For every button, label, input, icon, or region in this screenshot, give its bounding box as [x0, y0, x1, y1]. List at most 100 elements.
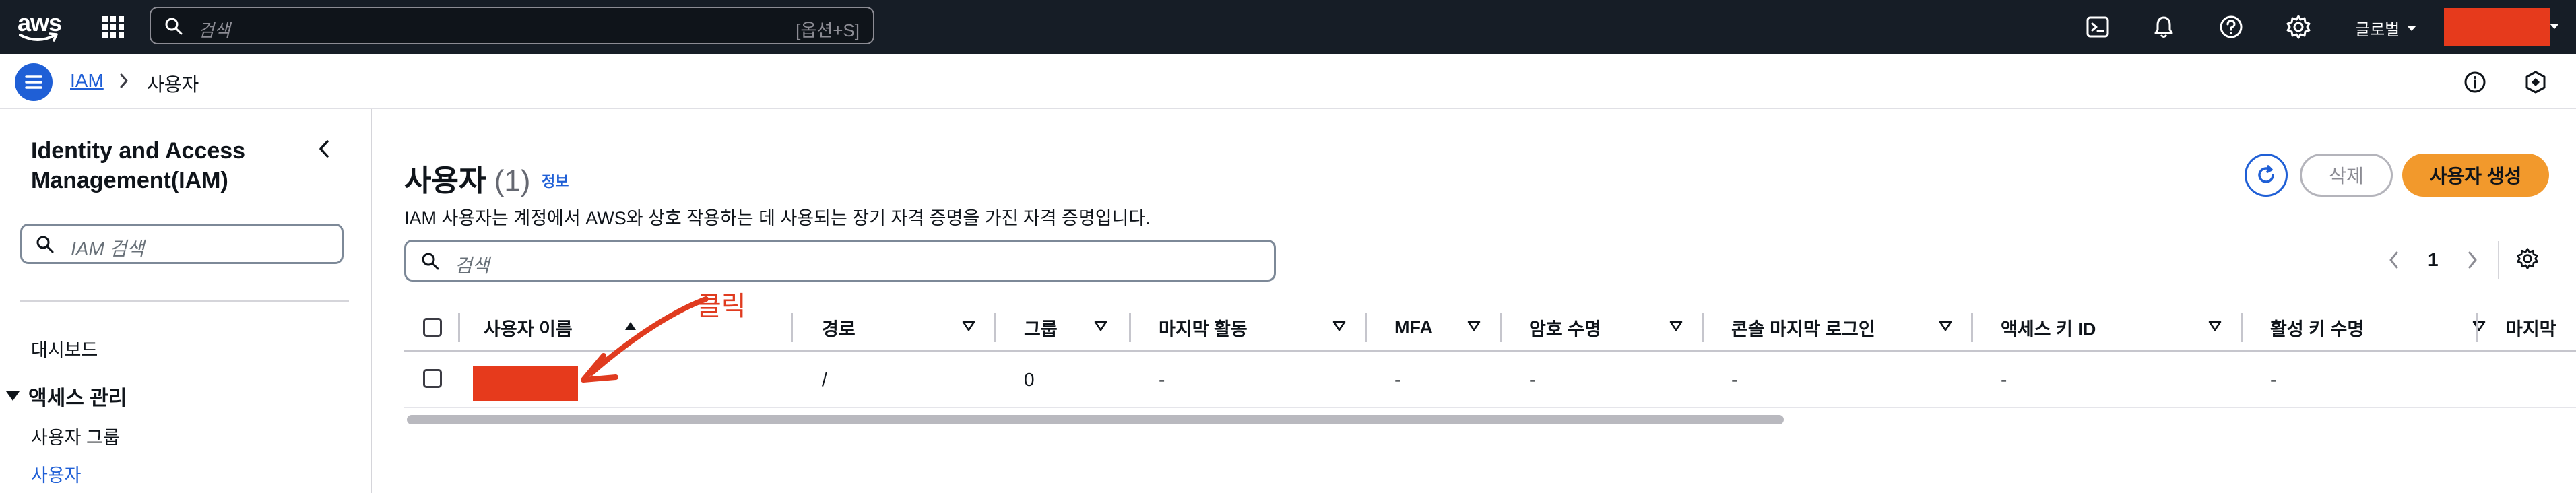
user-count: (1) [494, 164, 531, 197]
row-checkbox[interactable] [423, 369, 442, 388]
cell-password-age: - [1529, 369, 1536, 390]
column-header-label: 사용자 이름 [484, 319, 573, 339]
column-header-user-name[interactable]: 사용자 이름 [484, 303, 639, 352]
column-separator [1129, 313, 1131, 342]
table-preferences-gear-icon[interactable] [2515, 246, 2540, 271]
column-header-access-key-id[interactable]: 액세스 키 ID [2001, 303, 2257, 352]
navigation-menu-button[interactable] [15, 63, 53, 101]
column-header-label: 그룹 [1024, 319, 1058, 339]
caret-down-icon [2407, 25, 2417, 31]
apps-grid-icon[interactable] [101, 15, 125, 39]
help-icon[interactable] [2218, 13, 2245, 40]
info-link[interactable]: 정보 [542, 170, 569, 191]
side-navigation: Identity and Access Management(IAM) IAM … [0, 109, 372, 493]
sidebar-item-user-groups[interactable]: 사용자 그룹 [31, 423, 120, 449]
current-page-number[interactable]: 1 [2428, 249, 2439, 271]
column-header-mfa[interactable]: MFA [1394, 303, 1516, 352]
cell-groups: 0 [1024, 369, 1035, 390]
pager-divider [2498, 241, 2499, 279]
sidebar-divider [20, 300, 349, 302]
refresh-icon [2258, 165, 2274, 183]
horizontal-scrollbar-thumb[interactable] [407, 415, 1784, 424]
iam-search-input[interactable]: IAM 검색 [20, 224, 344, 264]
user-filter-input[interactable]: 검색 [404, 240, 1276, 282]
breadcrumb-iam-link[interactable]: IAM [70, 70, 104, 92]
cell-mfa: - [1394, 369, 1401, 390]
column-header-last-used[interactable]: 마지막 [2506, 303, 2576, 352]
sort-icon [2472, 321, 2486, 331]
cloudshell-icon[interactable] [2084, 13, 2111, 40]
caret-down-icon [6, 391, 20, 401]
column-header-console-last-sign-in[interactable]: 콘솔 마지막 로그인 [1731, 303, 1987, 352]
breadcrumb-current: 사용자 [147, 74, 199, 95]
cell-last-activity: - [1159, 369, 1165, 390]
create-user-button[interactable]: 사용자 생성 [2402, 154, 2549, 197]
filter-placeholder: 검색 [455, 255, 490, 276]
next-page-icon[interactable] [2466, 251, 2479, 269]
sort-icon [1332, 321, 1346, 331]
table-row[interactable]: / 0 - - - - - - [404, 352, 2576, 408]
region-label: 글로벌 [2355, 21, 2400, 39]
delete-button[interactable]: 삭제 [2300, 154, 2393, 197]
user-name-link-redacted[interactable] [473, 366, 578, 401]
tutorial-panel-icon[interactable] [2522, 69, 2549, 96]
iam-search-placeholder: IAM 검색 [71, 238, 145, 259]
column-header-label: 마지막 [2506, 319, 2556, 339]
column-header-label: 액세스 키 ID [2001, 319, 2096, 339]
cell-path: / [822, 369, 827, 390]
column-header-label: 활성 키 수명 [2270, 319, 2364, 339]
account-menu-redacted[interactable] [2444, 8, 2550, 46]
sort-icon [2208, 321, 2222, 331]
collapse-sidebar-icon[interactable] [317, 139, 331, 159]
column-header-groups[interactable]: 그룹 [1024, 303, 1145, 352]
column-header-path[interactable]: 경로 [822, 303, 977, 352]
column-header-label: MFA [1394, 317, 1433, 337]
gear-icon[interactable] [2285, 13, 2312, 40]
previous-page-icon[interactable] [2387, 251, 2401, 269]
bell-icon[interactable] [2150, 13, 2177, 40]
column-header-label: 경로 [822, 319, 856, 339]
sort-icon [962, 321, 975, 331]
column-separator [1500, 313, 1502, 342]
sidebar-item-users[interactable]: 사용자 [31, 461, 82, 487]
column-separator [994, 313, 996, 342]
column-separator [458, 313, 460, 342]
account-caret-down-icon [2550, 24, 2559, 29]
search-icon [421, 252, 440, 271]
sort-icon [1467, 321, 1481, 331]
page-title: 사용자 (1) [404, 156, 530, 199]
sort-icon [1094, 321, 1107, 331]
sidebar-title[interactable]: Identity and Access Management(IAM) [31, 136, 314, 195]
page-title-text: 사용자 [404, 164, 486, 197]
sort-icon [1669, 321, 1683, 331]
column-separator [2241, 313, 2243, 342]
column-separator [1702, 313, 1704, 342]
annotation-click-label: 클릭 [697, 292, 746, 321]
column-separator [1971, 313, 1973, 342]
sidebar-section-access-management[interactable]: 액세스 관리 [5, 381, 127, 411]
info-panel-icon[interactable] [2461, 69, 2488, 96]
sort-ascending-icon [625, 322, 636, 330]
refresh-button[interactable] [2245, 154, 2288, 197]
aws-logo[interactable]: aws [16, 9, 63, 43]
cell-active-key-age: - [2270, 369, 2277, 390]
column-header-password-age[interactable]: 암호 수명 [1529, 303, 1704, 352]
search-shortcut-hint: [옵션+S] [796, 20, 860, 40]
aws-smile-icon [19, 32, 58, 42]
select-all-checkbox[interactable] [423, 318, 442, 337]
page-description: IAM 사용자는 계정에서 AWS와 상호 작용하는 데 사용되는 장기 자격 … [404, 208, 1151, 228]
search-icon [36, 235, 55, 254]
column-header-label: 콘솔 마지막 로그인 [1731, 319, 1875, 339]
sidebar-item-dashboard[interactable]: 대시보드 [31, 335, 98, 362]
region-selector[interactable]: 글로벌 [2355, 16, 2417, 40]
column-separator [791, 313, 793, 342]
chevron-right-icon [120, 73, 128, 88]
sidebar-section-label: 액세스 관리 [28, 387, 127, 409]
cell-access-key-id: - [2001, 369, 2007, 390]
column-separator [1365, 313, 1367, 342]
global-search-input[interactable]: 검색 [옵션+S] [150, 7, 874, 44]
search-icon [164, 17, 183, 36]
cell-console-last-sign-in: - [1731, 369, 1738, 390]
breadcrumb-bar: IAM 사용자 [0, 54, 2576, 109]
column-header-last-activity[interactable]: 마지막 활동 [1159, 303, 1374, 352]
